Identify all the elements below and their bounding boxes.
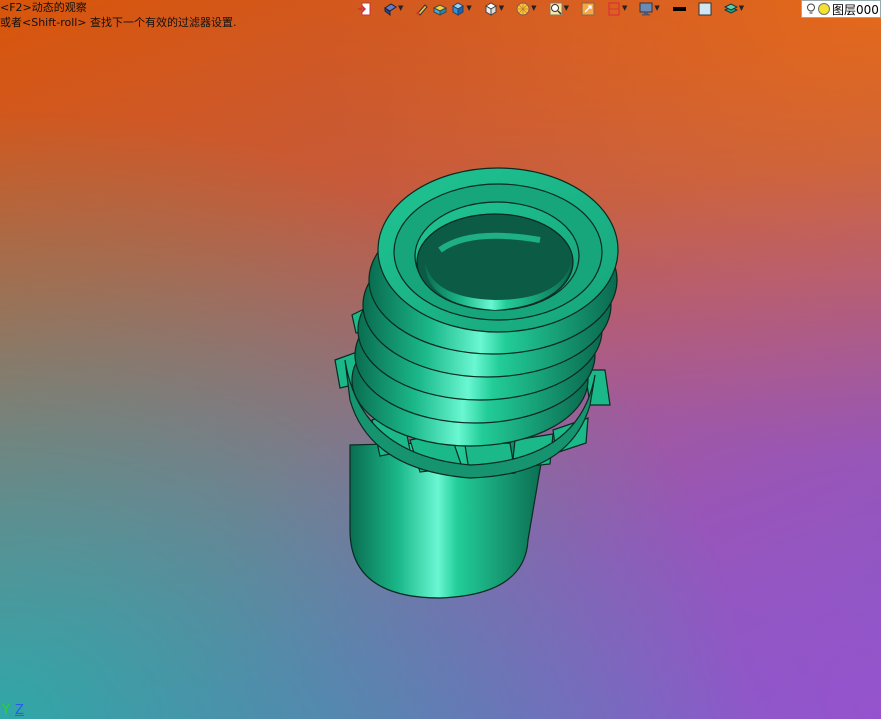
threaded-fitting-model[interactable]: [334, 167, 619, 599]
3d-viewport[interactable]: [0, 0, 881, 719]
z-axis-label: Z: [15, 703, 24, 718]
y-axis-label: Y: [2, 703, 10, 718]
